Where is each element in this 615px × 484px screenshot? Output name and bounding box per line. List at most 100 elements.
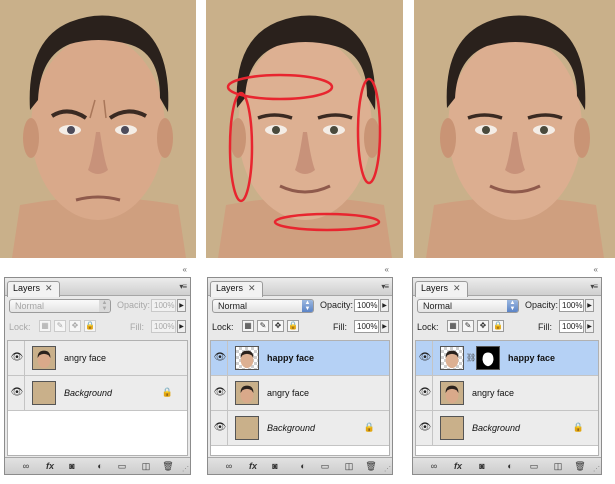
add-mask-icon[interactable]: ◙	[268, 460, 282, 472]
close-icon[interactable]: ✕	[248, 283, 256, 293]
layer-lock-icon: 🔒	[363, 422, 375, 432]
trash-icon[interactable]: 🗑	[161, 460, 175, 472]
lock-pixels-icon[interactable]: ✎	[462, 320, 474, 332]
fill-field[interactable]: 100%	[151, 320, 176, 333]
tab-layers[interactable]: Layers ✕	[415, 281, 468, 297]
layer-name[interactable]: Background	[472, 423, 520, 433]
composite-figure: « Layers ✕ ▾≡ Normal ▲ ▼ Opacity: 100% ▶ Lo…	[0, 0, 615, 484]
close-icon[interactable]: ✕	[453, 283, 461, 293]
lock-pixels-icon[interactable]: ✎	[54, 320, 66, 332]
layer-row-selected[interactable]: 👁 ⛓ happy face	[416, 341, 598, 376]
tab-layers[interactable]: Layers ✕	[210, 281, 263, 297]
fill-slider-button[interactable]: ▶	[177, 320, 186, 333]
layer-name[interactable]: angry face	[64, 353, 106, 363]
layer-name[interactable]: angry face	[472, 388, 514, 398]
fill-label: Fill:	[538, 322, 552, 332]
layer-row-selected[interactable]: 👁 happy face	[211, 341, 389, 376]
layer-name[interactable]: happy face	[508, 353, 555, 363]
blend-mode-select[interactable]: Normal ▲ ▼	[9, 299, 111, 313]
new-group-icon[interactable]: ▭	[527, 460, 541, 472]
blend-mode-select[interactable]: Normal ▲ ▼	[212, 299, 314, 313]
collapse-icon[interactable]: «	[183, 265, 187, 274]
fx-icon[interactable]: fx	[451, 460, 465, 472]
visibility-eye-icon[interactable]: 👁	[418, 376, 433, 410]
add-mask-icon[interactable]: ◙	[475, 460, 489, 472]
tab-layers[interactable]: Layers ✕	[7, 281, 60, 297]
resize-grip-icon[interactable]: ⋰	[384, 465, 391, 473]
add-mask-icon[interactable]: ◙	[65, 460, 79, 472]
opacity-slider-button[interactable]: ▶	[585, 299, 594, 312]
lock-label: Lock:	[9, 322, 31, 332]
lock-transparency-icon[interactable]: ▦	[447, 320, 459, 332]
collapse-icon[interactable]: «	[385, 265, 389, 274]
layer-row[interactable]: 👁 Background 🔒	[211, 411, 389, 446]
resize-grip-icon[interactable]: ⋰	[593, 465, 600, 473]
visibility-eye-icon[interactable]: 👁	[10, 376, 25, 410]
new-layer-icon[interactable]: ◫	[139, 460, 153, 472]
fill-slider-button[interactable]: ▶	[585, 320, 594, 333]
blend-mode-value: Normal	[423, 301, 453, 311]
lock-all-icon[interactable]: 🔒	[287, 320, 299, 332]
visibility-eye-icon[interactable]: 👁	[10, 341, 25, 375]
lock-transparency-icon[interactable]: ▦	[242, 320, 254, 332]
link-layers-icon[interactable]: ∞	[222, 460, 236, 472]
fx-icon[interactable]: fx	[43, 460, 57, 472]
layer-name[interactable]: happy face	[267, 353, 314, 363]
new-layer-icon[interactable]: ◫	[342, 460, 356, 472]
layer-row[interactable]: 👁 Background 🔒	[8, 376, 187, 411]
lock-pixels-icon[interactable]: ✎	[257, 320, 269, 332]
stepper-arrows-icon: ▲ ▼	[507, 300, 518, 312]
lock-all-icon[interactable]: 🔒	[492, 320, 504, 332]
layer-name[interactable]: angry face	[267, 388, 309, 398]
visibility-eye-icon[interactable]: 👁	[418, 341, 433, 375]
lock-transparency-icon[interactable]: ▦	[39, 320, 51, 332]
fill-field[interactable]: 100%	[354, 320, 379, 333]
panel-menu-icon[interactable]: ▾≡	[179, 282, 187, 291]
link-layers-icon[interactable]: ∞	[19, 460, 33, 472]
layer-name[interactable]: Background	[267, 423, 315, 433]
fill-field[interactable]: 100%	[559, 320, 584, 333]
layer-mask-thumbnail[interactable]	[476, 346, 500, 370]
opacity-slider-button[interactable]: ▶	[177, 299, 186, 312]
layer-row[interactable]: 👁 angry face	[416, 376, 598, 411]
mask-link-chain-icon[interactable]: ⛓	[466, 353, 476, 362]
close-icon[interactable]: ✕	[45, 283, 53, 293]
new-group-icon[interactable]: ▭	[115, 460, 129, 472]
layer-name[interactable]: Background	[64, 388, 112, 398]
fx-icon[interactable]: fx	[246, 460, 260, 472]
collapse-icon[interactable]: «	[594, 265, 598, 274]
trash-icon[interactable]: 🗑	[364, 460, 378, 472]
opacity-slider-button[interactable]: ▶	[380, 299, 389, 312]
fill-slider-button[interactable]: ▶	[380, 320, 389, 333]
visibility-eye-icon[interactable]: 👁	[418, 411, 433, 445]
new-layer-icon[interactable]: ◫	[551, 460, 565, 472]
lock-position-icon[interactable]: ✥	[477, 320, 489, 332]
lock-position-icon[interactable]: ✥	[272, 320, 284, 332]
opacity-field[interactable]: 100%	[559, 299, 584, 312]
blend-mode-select[interactable]: Normal ▲ ▼	[417, 299, 519, 313]
layer-row[interactable]: 👁 Background 🔒	[416, 411, 598, 446]
new-group-icon[interactable]: ▭	[318, 460, 332, 472]
lock-position-icon[interactable]: ✥	[69, 320, 81, 332]
resize-grip-icon[interactable]: ⋰	[182, 465, 189, 473]
visibility-eye-icon[interactable]: 👁	[213, 376, 228, 410]
blend-row: Normal ▲ ▼ Opacity: 100% ▶	[9, 299, 186, 314]
layer-row[interactable]: 👁 angry face	[8, 341, 187, 376]
adjustment-layer-icon[interactable]: ◐	[503, 460, 517, 472]
link-layers-icon[interactable]: ∞	[427, 460, 441, 472]
blend-row: Normal ▲ ▼ Opacity: 100% ▶	[417, 299, 597, 314]
panel-menu-icon[interactable]: ▾≡	[590, 282, 598, 291]
layer-row[interactable]: 👁 angry face	[211, 376, 389, 411]
panel-menu-icon[interactable]: ▾≡	[381, 282, 389, 291]
opacity-label: Opacity:	[320, 300, 354, 310]
opacity-field[interactable]: 100%	[151, 299, 176, 312]
visibility-eye-icon[interactable]: 👁	[213, 411, 228, 445]
opacity-field[interactable]: 100%	[354, 299, 379, 312]
adjustment-layer-icon[interactable]: ◐	[296, 460, 310, 472]
visibility-eye-icon[interactable]: 👁	[213, 341, 228, 375]
trash-icon[interactable]: 🗑	[573, 460, 587, 472]
lock-all-icon[interactable]: 🔒	[84, 320, 96, 332]
blend-mode-value: Normal	[218, 301, 248, 311]
adjustment-layer-icon[interactable]: ◐	[93, 460, 107, 472]
blend-mode-value: Normal	[15, 301, 45, 311]
